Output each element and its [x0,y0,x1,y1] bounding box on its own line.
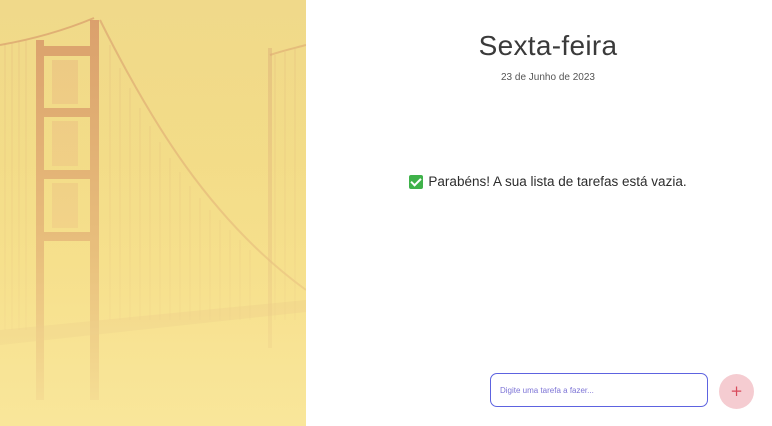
plus-icon: + [730,382,743,400]
day-title: Sexta-feira [478,30,618,61]
empty-state-message: Parabéns! A sua lista de tarefas está va… [428,174,687,189]
date-subtitle: 23 de Junho de 2023 [501,72,595,83]
background-photo [0,0,306,426]
empty-state: Parabéns! A sua lista de tarefas está va… [306,174,772,189]
new-task-input[interactable] [490,373,708,407]
check-box-icon [409,174,424,189]
app: Sexta-feira 23 de Junho de 2023 Parabéns… [0,0,772,426]
bridge-illustration [0,0,306,426]
main-panel: Sexta-feira 23 de Junho de 2023 Parabéns… [306,0,772,426]
add-task-button[interactable]: + [719,374,754,409]
